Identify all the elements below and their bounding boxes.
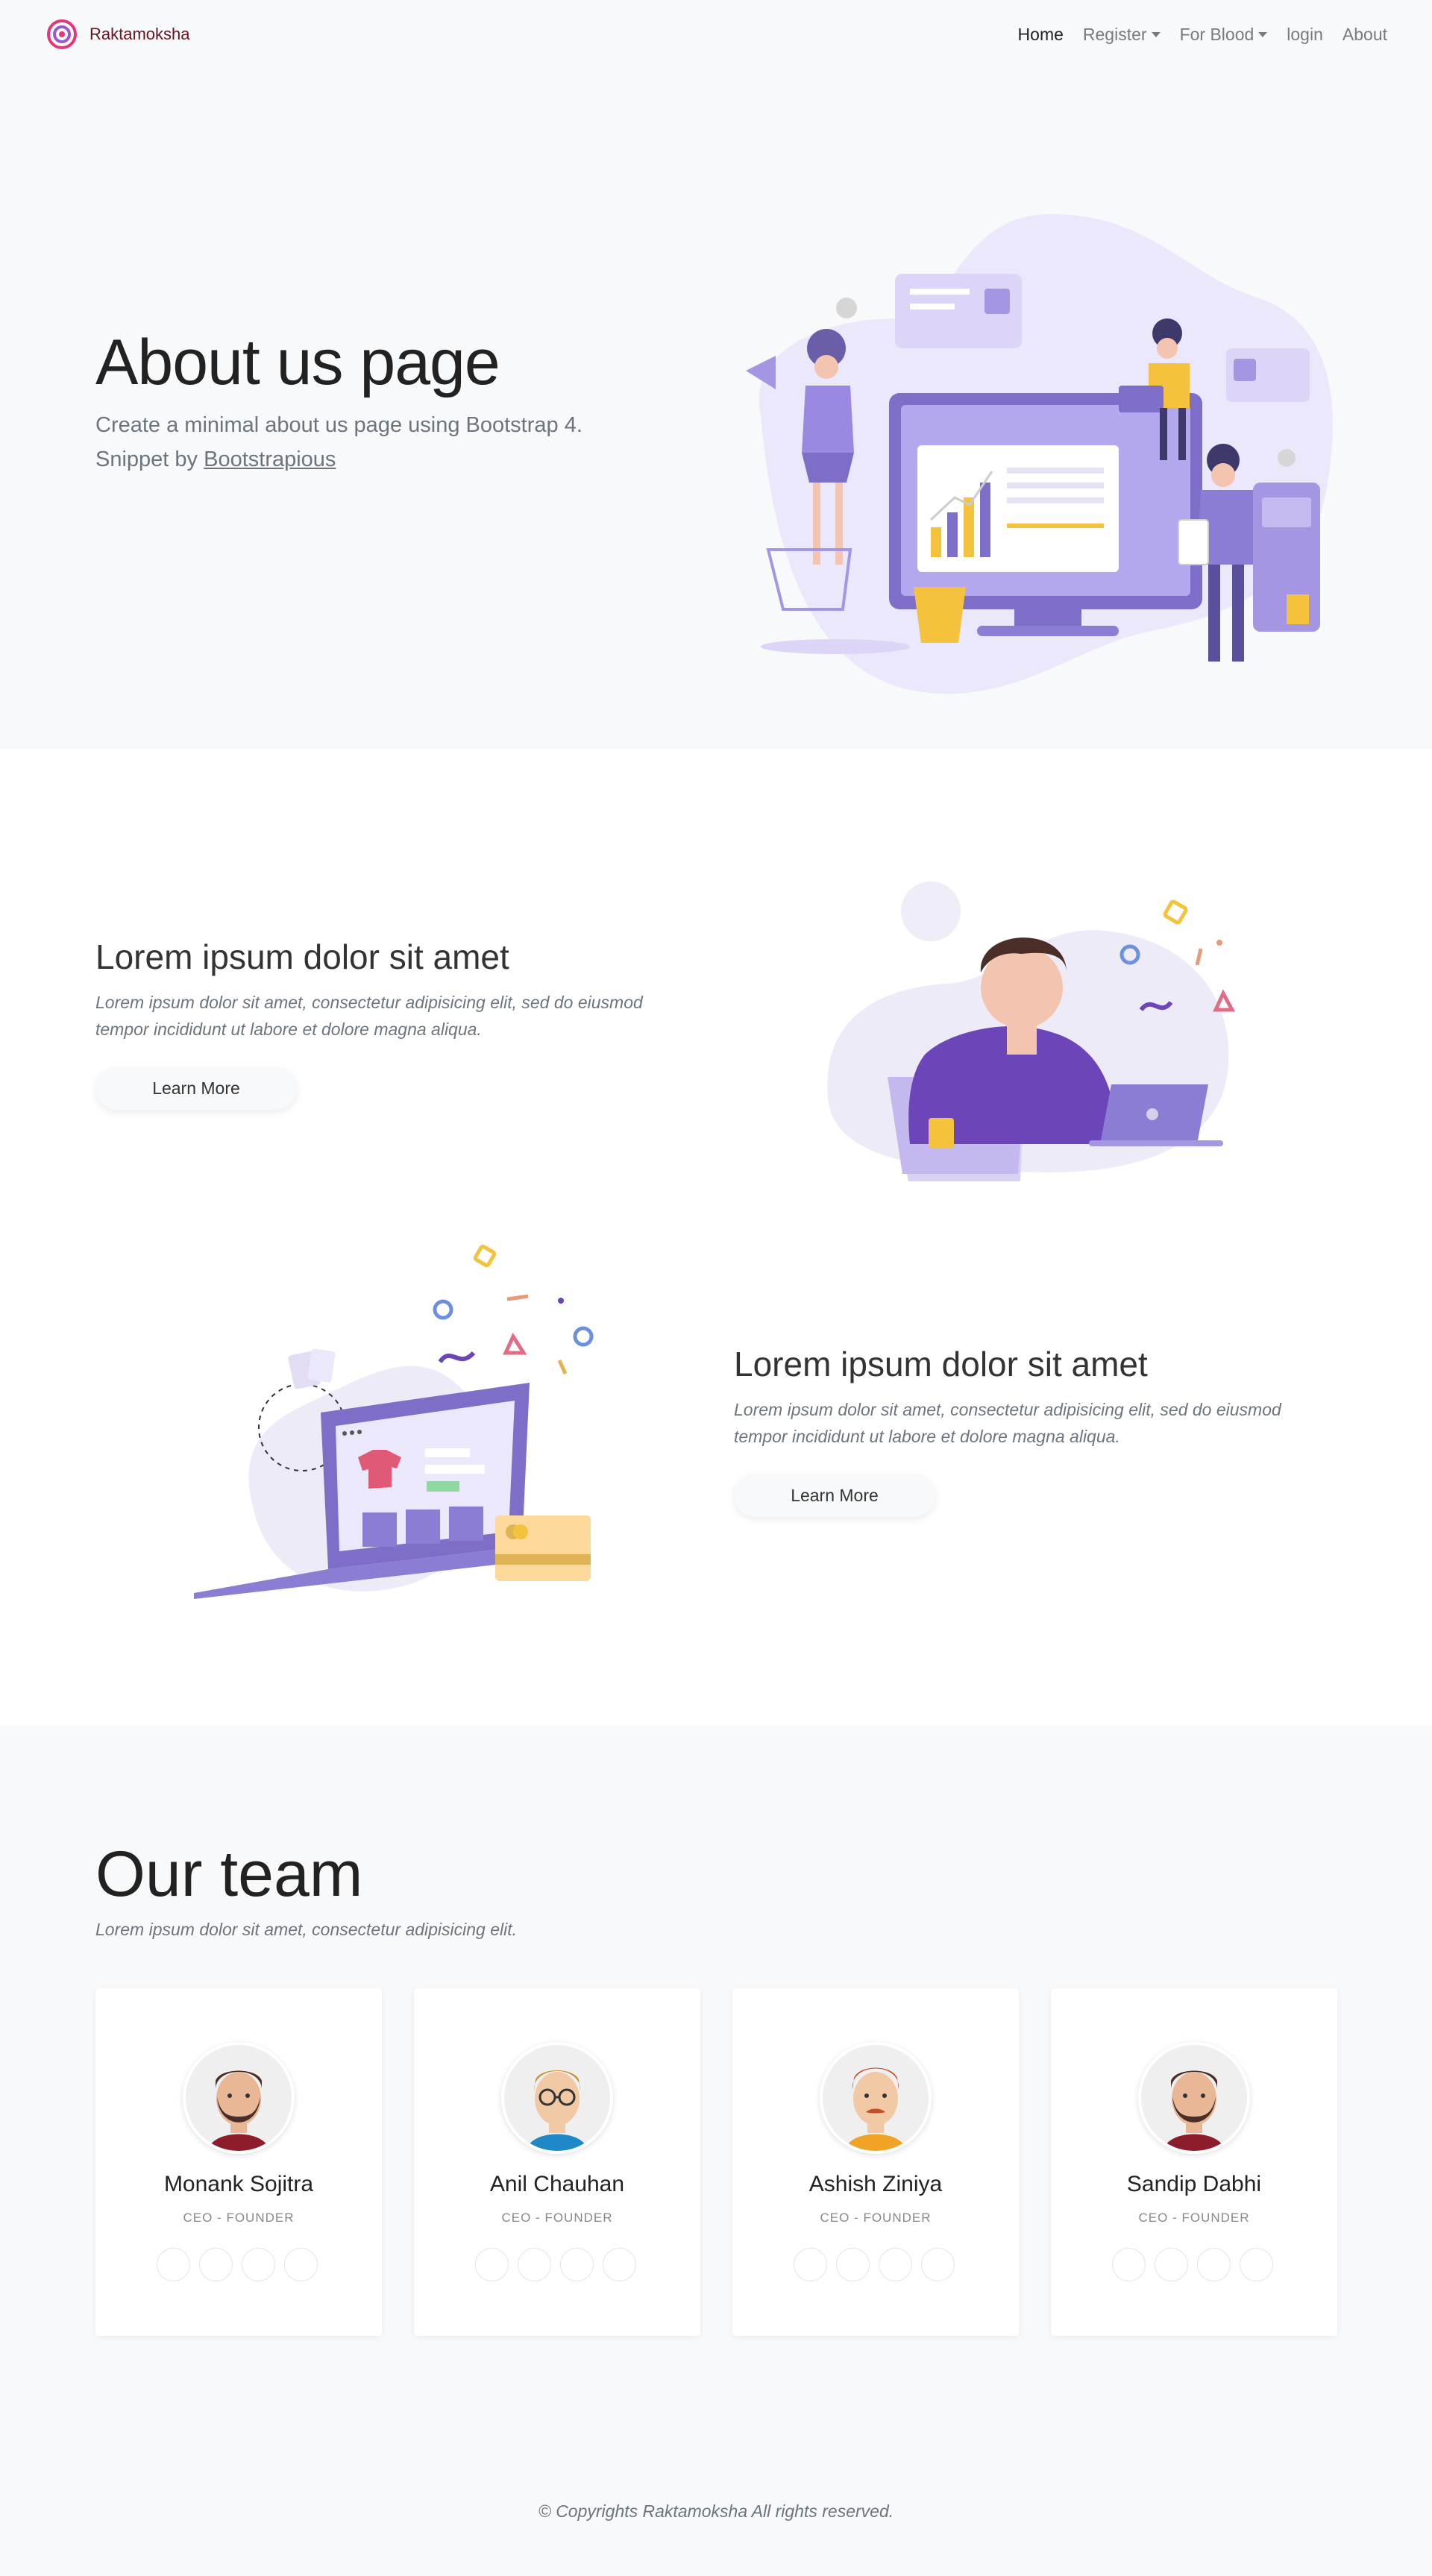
social-icon[interactable] [1155,2248,1188,2281]
feature-1-text: Lorem ipsum dolor sit amet, consectetur … [95,993,643,1039]
team-card: Anil Chauhan CEO - FOUNDER [414,1988,700,2336]
navbar: Raktamoksha Home Register For Blood logi… [0,0,1432,69]
social-icon[interactable] [921,2248,955,2281]
social-icon[interactable] [475,2248,509,2281]
nav-login[interactable]: login [1287,25,1323,45]
member-role: CEO - FOUNDER [820,2211,932,2225]
social-icon[interactable] [199,2248,233,2281]
brand-name: Raktamoksha [90,25,190,43]
footer-copyright: © Copyrights Raktamoksha All rights rese… [538,2501,894,2521]
social-icon[interactable] [1240,2248,1273,2281]
nav-home-label: Home [1017,24,1064,44]
social-icon[interactable] [560,2248,594,2281]
chevron-down-icon [1258,31,1268,37]
brand-logo-icon [47,19,77,49]
nav-for-blood-label: For Blood [1179,24,1254,44]
nav-register-dropdown[interactable]: Register [1083,25,1161,45]
nav-register-label: Register [1082,24,1147,44]
page-title: About us page [95,327,500,398]
member-role: CEO - FOUNDER [1138,2211,1250,2225]
social-icon[interactable] [518,2248,551,2281]
feature-1-learn-more-button[interactable]: Learn More [95,1066,297,1110]
member-name: Sandip Dabhi [1126,2172,1262,2196]
snippet-prefix: Snippet by [95,447,204,471]
social-icon[interactable] [603,2248,636,2281]
member-name: Anil Chauhan [489,2172,625,2196]
social-icon[interactable] [879,2248,912,2281]
team-title: Our team [95,1838,363,1910]
hero-subtitle-text: Create a minimal about us page using Boo… [95,413,582,437]
social-links [794,2248,955,2281]
nav-login-label: login [1287,24,1323,44]
member-name: Ashish Ziniya [808,2172,943,2196]
chevron-down-icon [1151,31,1161,37]
hero-subtitle: Create a minimal about us page using Boo… [95,408,618,477]
member-role: CEO - FOUNDER [501,2211,613,2225]
avatar-bearded-man-icon [1141,2045,1247,2151]
hero-section: About us page Create a minimal about us … [0,69,1432,749]
nav-links: Home Register For Blood login About [1018,25,1387,45]
member-role: CEO - FOUNDER [183,2211,295,2225]
feature-2-title: Lorem ipsum dolor sit amet [734,1345,1148,1383]
feature-2-illustration [194,1244,594,1599]
team-section: Our team Lorem ipsum dolor sit amet, con… [0,1726,1432,2576]
nav-about-label: About [1342,24,1387,44]
team-subtitle: Lorem ipsum dolor sit amet, consectetur … [95,1920,518,1939]
hero-illustration [746,214,1333,694]
brand[interactable]: Raktamoksha [45,17,190,51]
avatar [501,2042,613,2154]
team-card: Ashish Ziniya CEO - FOUNDER [732,1988,1019,2336]
social-icon[interactable] [794,2248,827,2281]
social-links [157,2248,318,2281]
social-links [1112,2248,1273,2281]
social-icon[interactable] [242,2248,275,2281]
social-links [475,2248,636,2281]
member-name: Monank Sojitra [163,2172,314,2196]
social-icon[interactable] [284,2248,318,2281]
features-section: Lorem ipsum dolor sit amet Lorem ipsum d… [0,749,1432,1726]
avatar [820,2042,932,2154]
team-card: Monank Sojitra CEO - FOUNDER [95,1988,382,2336]
social-icon[interactable] [157,2248,190,2281]
avatar [183,2042,295,2154]
team-card: Sandip Dabhi CEO - FOUNDER [1051,1988,1337,2336]
nav-for-blood-dropdown[interactable]: For Blood [1180,25,1268,45]
feature-1-illustration [827,882,1236,1181]
bootstrapious-link[interactable]: Bootstrapious [204,447,336,471]
avatar-red-haired-man-icon [823,2045,929,2151]
avatar [1138,2042,1250,2154]
avatar-man-with-glasses-icon [504,2045,610,2151]
social-icon[interactable] [836,2248,870,2281]
nav-about[interactable]: About [1342,25,1387,45]
nav-home[interactable]: Home [1018,25,1064,45]
social-icon[interactable] [1197,2248,1231,2281]
feature-2-learn-more-button[interactable]: Learn More [734,1474,935,1517]
feature-1-title: Lorem ipsum dolor sit amet [95,937,509,976]
avatar-bearded-man-icon [186,2045,292,2151]
social-icon[interactable] [1112,2248,1146,2281]
feature-2-text: Lorem ipsum dolor sit amet, consectetur … [734,1400,1281,1446]
